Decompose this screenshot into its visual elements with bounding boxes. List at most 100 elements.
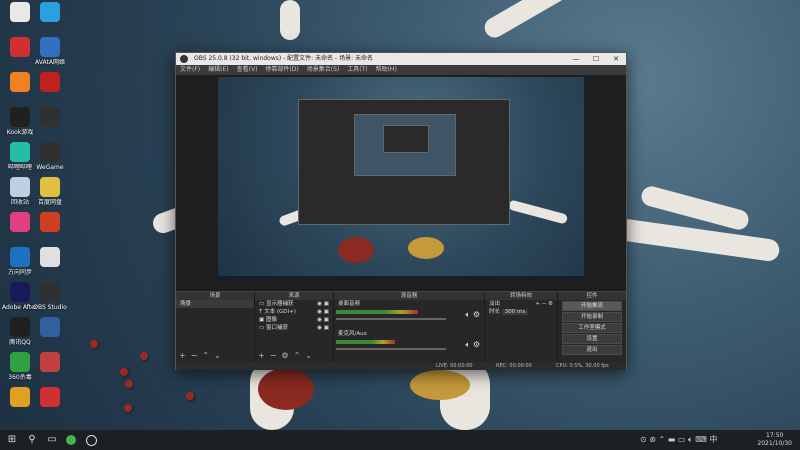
mixer-dock: 混音器 桌面音频 🔈︎ ⚙ 麦克风/Aux 🔈︎ ⚙: [334, 292, 485, 362]
source-item[interactable]: T 文本 (GDI+) ◉ ▣: [255, 308, 333, 316]
source-item[interactable]: ▣ 图像 ◉ ▣: [255, 316, 333, 324]
desktop-icon-label: 方向同步: [7, 269, 32, 276]
spoon-decoration: [280, 0, 300, 40]
close-button[interactable]: ✕: [606, 53, 626, 65]
start-recording-button[interactable]: 开始录制: [562, 312, 622, 322]
desktop-icon[interactable]: 百度网盘: [32, 177, 68, 206]
eye-icon[interactable]: ◉ ▣: [317, 316, 329, 324]
app-green-icon[interactable]: [66, 435, 76, 445]
speaker-icon[interactable]: 🔈︎ ⚙: [465, 310, 480, 320]
app-icon: [10, 352, 30, 372]
minimize-button[interactable]: —: [566, 53, 586, 65]
add-icon[interactable]: +: [179, 351, 186, 360]
monitor-icon: ▭: [259, 301, 266, 307]
app-icon: [10, 317, 30, 337]
down-icon[interactable]: ⌄: [305, 351, 312, 360]
menu-edit[interactable]: 编辑(E): [208, 65, 228, 75]
system-clock[interactable]: 17:50 2021/10/30: [757, 432, 792, 448]
desktop-icon-label: 腾讯QQ: [9, 339, 31, 346]
duration-label: 时长: [489, 309, 501, 315]
window-title: OBS 25.0.8 (32 bit, windows) - 配置文件: 未命名…: [194, 55, 374, 62]
source-item[interactable]: ▭ 显示器捕获 ◉ ▣: [255, 300, 333, 308]
eye-icon[interactable]: ◉ ▣: [317, 308, 329, 316]
preview-canvas[interactable]: [218, 77, 584, 282]
peppercorn: [125, 380, 133, 388]
app-icon: [10, 177, 30, 197]
desktop-icon[interactable]: [32, 107, 68, 129]
eye-icon[interactable]: ◉ ▣: [317, 300, 329, 308]
up-icon[interactable]: ⌃: [202, 351, 209, 360]
menu-view[interactable]: 查看(V): [237, 65, 258, 75]
remove-icon[interactable]: −: [270, 351, 277, 360]
peppercorn: [140, 352, 148, 360]
transition-type[interactable]: 淡出 + − ⚙: [485, 300, 557, 308]
desktop-icon[interactable]: [32, 72, 68, 94]
mixer-channel: 麦克风/Aux 🔈︎ ⚙: [334, 330, 484, 358]
controls-title: 控件: [558, 292, 626, 300]
app-icon: [10, 247, 30, 267]
desktop-icon-label: OBS Studio: [33, 304, 67, 311]
menu-docks[interactable]: 停靠部件(D): [265, 65, 298, 75]
duration-input[interactable]: 300 ms: [501, 309, 529, 315]
desktop-icon[interactable]: [32, 247, 68, 269]
volume-slider[interactable]: [336, 348, 446, 350]
app-icon: [40, 212, 60, 232]
maximize-button[interactable]: ☐: [586, 53, 606, 65]
menu-scene-collection[interactable]: 场景集合(S): [307, 65, 340, 75]
obs-taskbar-icon[interactable]: [86, 435, 97, 446]
source-item[interactable]: ▭ 窗口捕获 ◉ ▣: [255, 324, 333, 332]
volume-slider[interactable]: [336, 318, 446, 320]
clock-date: 2021/10/30: [757, 440, 792, 447]
transitions-dock: 转场特效 淡出 + − ⚙ 时长 300 ms: [485, 292, 558, 362]
menu-help[interactable]: 帮助(H): [376, 65, 397, 75]
tray-icons[interactable]: ⊙ ⊛ ⌃ ▬ ▭ 🔈︎ ⌨ 中: [640, 435, 717, 445]
desktop-icon[interactable]: OBS Studio: [32, 282, 68, 311]
speaker-icon[interactable]: 🔈︎ ⚙: [465, 340, 480, 350]
sources-toolbar: + − ⚙ ⌃ ⌄: [258, 351, 312, 360]
desktop-icon[interactable]: [32, 317, 68, 339]
remove-icon[interactable]: −: [191, 351, 198, 360]
transition-duration[interactable]: 时长 300 ms: [485, 308, 557, 316]
search-icon[interactable]: ⚲: [26, 434, 38, 446]
up-icon[interactable]: ⌃: [294, 351, 301, 360]
task-view-icon[interactable]: ▭: [46, 434, 58, 446]
app-icon: [10, 37, 30, 57]
app-icon: [40, 387, 60, 407]
settings-button[interactable]: 设置: [562, 334, 622, 344]
app-icon: [10, 107, 30, 127]
down-icon[interactable]: ⌄: [214, 351, 221, 360]
desktop-icon[interactable]: [32, 212, 68, 234]
desktop-icon[interactable]: [32, 352, 68, 374]
exit-button[interactable]: 退出: [562, 345, 622, 355]
menu-file[interactable]: 文件(F): [180, 65, 200, 75]
menu-tools[interactable]: 工具(T): [347, 65, 367, 75]
peppercorn-bowl: [258, 368, 314, 410]
windows-start-icon[interactable]: ⊞: [6, 434, 18, 446]
app-icon: [40, 247, 60, 267]
obs-titlebar[interactable]: OBS 25.0.8 (32 bit, windows) - 配置文件: 未命名…: [176, 53, 626, 65]
gear-icon[interactable]: ⚙: [281, 351, 288, 360]
app-icon: [40, 107, 60, 127]
scene-item[interactable]: 场景: [176, 300, 254, 308]
add-icon[interactable]: +: [258, 351, 265, 360]
app-icon: [10, 387, 30, 407]
peppercorn: [90, 340, 98, 348]
source-label: 图像: [265, 317, 277, 323]
studio-mode-button[interactable]: 工作室模式: [562, 323, 622, 333]
app-icon: [40, 72, 60, 92]
desktop-icon[interactable]: WeGame: [32, 142, 68, 171]
desktop-icon[interactable]: [32, 387, 68, 409]
scenes-title: 场景: [176, 292, 254, 300]
start-streaming-button[interactable]: 开始推流: [562, 301, 622, 311]
eye-icon[interactable]: ◉ ▣: [317, 324, 329, 332]
desktop-icon-label: WeGame: [36, 164, 64, 171]
desktop-icon[interactable]: AVAtA网络: [32, 37, 68, 66]
desktop-icon[interactable]: [32, 2, 68, 24]
obs-window[interactable]: OBS 25.0.8 (32 bit, windows) - 配置文件: 未命名…: [175, 52, 627, 370]
app-icon: [10, 142, 30, 162]
controls-dock: 控件 开始推流 开始录制 工作室模式 设置 退出: [558, 292, 626, 362]
desktop-icon-label: 360杀毒: [8, 374, 32, 381]
rec-status: REC: 00:00:00: [496, 363, 532, 369]
clock-time: 17:50: [766, 432, 784, 439]
transition-add-remove[interactable]: + − ⚙: [535, 300, 553, 308]
